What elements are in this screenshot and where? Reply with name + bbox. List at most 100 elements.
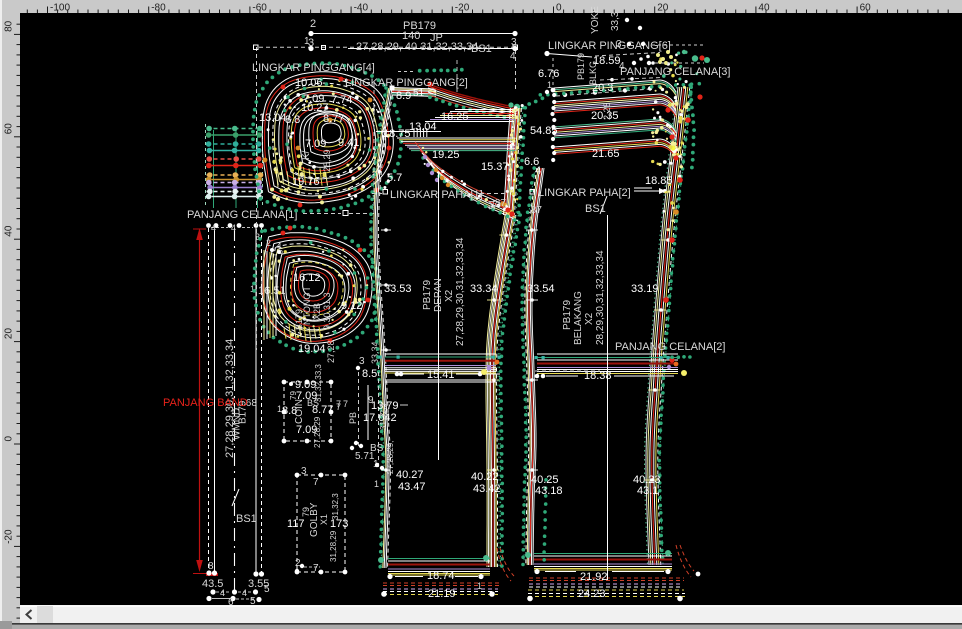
svg-text:28,29,30,31,32,33,34: 28,29,30,31,32,33,34 (595, 250, 606, 345)
svg-text:31,32,3: 31,32,3 (379, 403, 388, 430)
svg-text:7: 7 (313, 477, 319, 488)
svg-text:NTONG I: NTONG I (302, 288, 312, 325)
svg-text:WMND: WMND (232, 408, 243, 440)
svg-text:4: 4 (535, 165, 541, 177)
svg-text:X2: X2 (584, 312, 595, 325)
svg-text:PB179: PB179 (576, 53, 586, 80)
svg-text:4: 4 (510, 51, 516, 62)
svg-text:2,28: 2,28 (602, 102, 612, 120)
svg-text:19.76: 19.76 (292, 176, 320, 188)
svg-text:27,28,29,30,31,32,33,34: 27,28,29,30,31,32,33,34 (455, 237, 466, 346)
svg-text:18.74: 18.74 (427, 570, 455, 582)
svg-text:13.04: 13.04 (259, 112, 287, 124)
svg-text:0: 0 (556, 3, 562, 14)
svg-text:PANJANG CELANA[1]: PANJANG CELANA[1] (187, 209, 297, 221)
svg-text:27,28,29: 27,28,29 (313, 416, 322, 448)
svg-text:BS1: BS1 (585, 203, 606, 215)
svg-text:40: 40 (758, 3, 770, 14)
svg-text:16.12: 16.12 (293, 272, 321, 284)
svg-text:2: 2 (310, 18, 316, 30)
svg-text:5: 5 (250, 596, 256, 607)
svg-text:33,3: 33,3 (610, 11, 621, 31)
svg-text:21.92: 21.92 (580, 571, 608, 583)
svg-text:20: 20 (4, 328, 15, 340)
svg-text:79: 79 (289, 391, 298, 400)
svg-text:18.75: 18.75 (383, 128, 411, 140)
svg-text:19.04: 19.04 (298, 343, 326, 355)
svg-text:2: 2 (295, 558, 301, 569)
svg-text:1: 1 (477, 581, 482, 591)
svg-text:LINGKAR PINGGANG[2]: LINGKAR PINGGANG[2] (345, 77, 468, 89)
svg-text:X2: X2 (444, 289, 455, 302)
svg-text:6.76: 6.76 (538, 68, 559, 80)
svg-text:7.09: 7.09 (305, 138, 326, 150)
svg-text:10.06: 10.06 (295, 77, 323, 89)
svg-text:18.85: 18.85 (645, 175, 673, 187)
svg-text:28,29: 28,29 (322, 149, 332, 172)
svg-text:43.1: 43.1 (637, 485, 658, 497)
svg-text:15.37: 15.37 (481, 161, 509, 173)
svg-text:3: 3 (301, 466, 307, 477)
svg-text:34: 34 (487, 200, 497, 210)
svg-text:8.9: 8.9 (396, 90, 411, 102)
svg-text:27,28: 27,28 (326, 340, 336, 363)
svg-text:7: 7 (343, 399, 348, 409)
svg-text:X1: X1 (319, 514, 329, 525)
svg-text:60: 60 (860, 3, 872, 14)
svg-text:3: 3 (511, 37, 517, 48)
svg-text:7: 7 (336, 399, 341, 409)
svg-text:1: 1 (277, 404, 282, 414)
svg-text:DEPAN: DEPAN (433, 278, 444, 312)
svg-text:4: 4 (211, 223, 216, 233)
svg-text:2: 2 (266, 238, 271, 248)
svg-text:15.41: 15.41 (427, 369, 455, 381)
svg-text:24.23: 24.23 (578, 588, 606, 600)
svg-text:5: 5 (264, 584, 270, 595)
svg-text:7.74: 7.74 (331, 94, 352, 106)
svg-text:PB179: PB179 (422, 280, 433, 310)
svg-text:LINGKAR PAHA[1]: LINGKAR PAHA[1] (390, 189, 483, 201)
svg-text:8: 8 (208, 561, 214, 572)
svg-text:16.25: 16.25 (441, 111, 469, 123)
svg-text:BS1: BS1 (471, 43, 492, 55)
svg-text:80: 80 (4, 20, 15, 32)
svg-text:8.5: 8.5 (362, 368, 377, 380)
svg-text:BS1: BS1 (236, 513, 257, 525)
svg-text:33.54: 33.54 (527, 283, 555, 295)
svg-text:1: 1 (374, 479, 379, 489)
svg-text:7: 7 (313, 563, 319, 574)
svg-text:4: 4 (619, 61, 625, 72)
svg-text:18.38: 18.38 (584, 370, 612, 382)
svg-text:5.7: 5.7 (387, 172, 402, 184)
svg-text:PANJANG CELANA[3]: PANJANG CELANA[3] (620, 66, 730, 78)
svg-text:K/: K/ (301, 150, 312, 160)
svg-text:PB: PB (348, 412, 358, 424)
svg-text:43.18: 43.18 (535, 485, 563, 497)
svg-text:4: 4 (242, 588, 247, 598)
svg-text:LINGKAR PAHA[2]: LINGKAR PAHA[2] (538, 187, 631, 199)
svg-text:40.27: 40.27 (396, 469, 424, 481)
svg-text:3: 3 (616, 39, 622, 50)
svg-text:51: 51 (413, 88, 425, 99)
svg-text:YOKE: YOKE (590, 6, 601, 34)
svg-text:0: 0 (4, 436, 15, 442)
svg-text:54.85: 54.85 (530, 125, 558, 137)
svg-text:117: 117 (287, 518, 305, 530)
svg-text:43.42: 43.42 (473, 483, 501, 495)
svg-text:33.34: 33.34 (470, 283, 498, 295)
svg-text:8.77: 8.77 (323, 113, 344, 125)
svg-text:9.41: 9.41 (338, 137, 359, 149)
svg-text:PANJANG CELANA[2]: PANJANG CELANA[2] (615, 341, 725, 353)
svg-text:21.19: 21.19 (428, 588, 456, 600)
svg-text:13.04: 13.04 (409, 121, 437, 133)
svg-text:31,28,29: 31,28,29 (329, 530, 338, 562)
svg-text:.87: .87 (528, 205, 542, 216)
svg-text:BLKG: BLKG (588, 61, 598, 85)
svg-text:31,32,3: 31,32,3 (331, 493, 340, 520)
svg-text:3: 3 (359, 356, 365, 367)
svg-text:X2B: X2B (312, 303, 322, 320)
svg-text:27,28,29,: 27,28,29, (386, 441, 395, 474)
svg-text:20: 20 (657, 3, 669, 14)
svg-text:33.53: 33.53 (384, 283, 412, 295)
svg-text:40: 40 (4, 225, 15, 237)
